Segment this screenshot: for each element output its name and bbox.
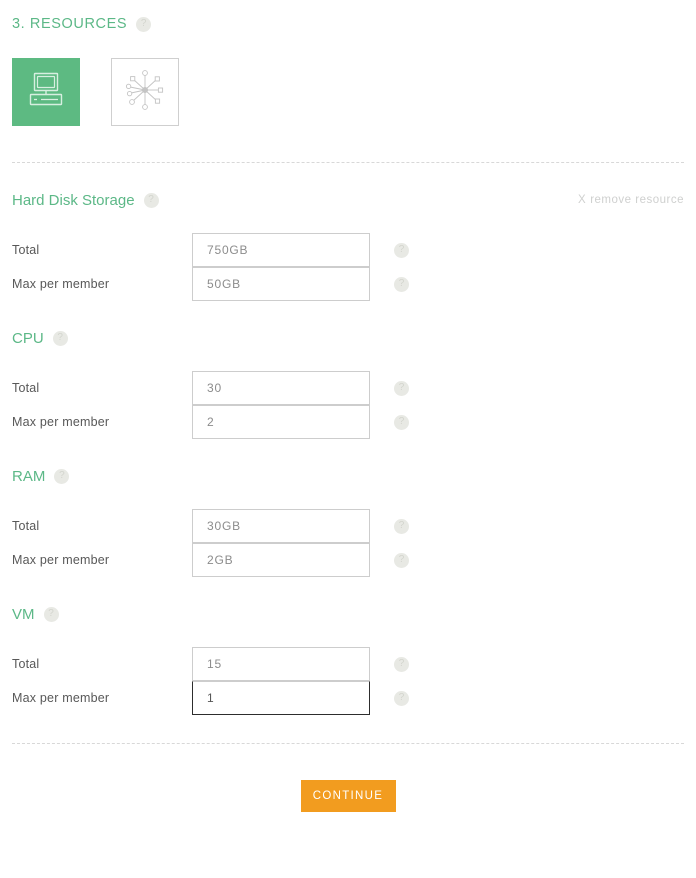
field-help-icon-max-per-member[interactable]: ? — [394, 552, 409, 568]
field-help-icon-total[interactable]: ? — [394, 242, 409, 258]
field-row-max-per-member: Max per member ? — [12, 680, 684, 715]
field-label-total: Total — [12, 381, 40, 395]
field-row-max-per-member: Max per member ? — [12, 404, 684, 439]
divider-bottom — [12, 743, 684, 744]
group-header: VM ? — [12, 603, 684, 625]
input-total[interactable] — [192, 233, 370, 267]
resource-group-cpu: CPU ? Total ? Max per member ? — [12, 327, 684, 439]
footer-actions: CONTINUE — [12, 780, 684, 812]
input-max-per-member[interactable] — [192, 266, 370, 301]
group-title-wrap: RAM ? — [12, 467, 70, 485]
resource-group-vm: VM ? Total ? Max per member ? — [12, 603, 684, 715]
group-title: CPU — [12, 329, 44, 347]
field-label-total: Total — [12, 519, 40, 533]
field-row-max-per-member: Max per member ? — [12, 542, 684, 577]
section-help-icon[interactable]: ? — [136, 16, 152, 32]
close-icon: X — [578, 194, 587, 206]
input-max-per-member[interactable] — [192, 404, 370, 439]
field-label-max-per-member: Max per member — [12, 277, 110, 291]
field-help-icon-max-per-member[interactable]: ? — [394, 414, 409, 430]
remove-resource-button[interactable]: X remove resource — [578, 194, 684, 206]
field-row-total: Total ? — [12, 647, 684, 681]
resource-type-computer[interactable] — [12, 58, 80, 126]
group-fields: Total ? Max per member ? — [12, 371, 684, 439]
group-title-wrap: Hard Disk Storage ? — [12, 192, 159, 209]
group-title: Hard Disk Storage — [12, 191, 135, 209]
network-hub-icon — [122, 67, 168, 118]
group-help-icon[interactable]: ? — [54, 468, 70, 484]
desktop-computer-icon — [26, 71, 66, 114]
group-fields: Total ? Max per member ? — [12, 233, 684, 301]
field-row-total: Total ? — [12, 509, 684, 543]
group-fields: Total ? Max per member ? — [12, 647, 684, 715]
group-title: VM — [12, 605, 35, 623]
field-help-icon-total[interactable]: ? — [394, 518, 409, 534]
field-help-icon-max-per-member[interactable]: ? — [394, 276, 409, 292]
resource-group-ram: RAM ? Total ? Max per member ? — [12, 465, 684, 577]
continue-button[interactable]: CONTINUE — [300, 780, 396, 812]
input-total[interactable] — [192, 647, 370, 681]
group-header: CPU ? — [12, 327, 684, 349]
field-help-icon-max-per-member[interactable]: ? — [394, 690, 409, 706]
group-title-wrap: CPU ? — [12, 330, 68, 347]
input-total[interactable] — [192, 371, 370, 405]
resource-type-tiles — [12, 58, 684, 126]
field-label-max-per-member: Max per member — [12, 553, 110, 567]
field-label-total: Total — [12, 657, 40, 671]
field-label-max-per-member: Max per member — [12, 415, 110, 429]
field-row-max-per-member: Max per member ? — [12, 266, 684, 301]
group-fields: Total ? Max per member ? — [12, 509, 684, 577]
group-title: RAM — [12, 467, 46, 485]
field-row-total: Total ? — [12, 371, 684, 405]
input-max-per-member[interactable] — [192, 680, 370, 715]
resource-group-hard-disk-storage: Hard Disk Storage ? X remove resource To… — [12, 189, 684, 301]
group-header: Hard Disk Storage ? X remove resource — [12, 189, 684, 211]
group-header: RAM ? — [12, 465, 684, 487]
resources-page: 3. RESOURCES ? Hard Disk Storage ? X rem… — [0, 0, 696, 878]
field-label-total: Total — [12, 243, 40, 257]
field-row-total: Total ? — [12, 233, 684, 267]
group-help-icon[interactable]: ? — [143, 192, 159, 208]
input-max-per-member[interactable] — [192, 542, 370, 577]
group-help-icon[interactable]: ? — [52, 330, 68, 346]
field-help-icon-total[interactable]: ? — [394, 380, 409, 396]
section-header: 3. RESOURCES ? — [12, 0, 684, 36]
group-title-wrap: VM ? — [12, 606, 59, 623]
input-total[interactable] — [192, 509, 370, 543]
page-title: 3. RESOURCES — [12, 16, 128, 32]
field-label-max-per-member: Max per member — [12, 691, 110, 705]
remove-resource-label: remove resource — [590, 194, 684, 206]
field-help-icon-total[interactable]: ? — [394, 656, 409, 672]
group-help-icon[interactable]: ? — [43, 606, 59, 622]
resource-type-network[interactable] — [111, 58, 179, 126]
